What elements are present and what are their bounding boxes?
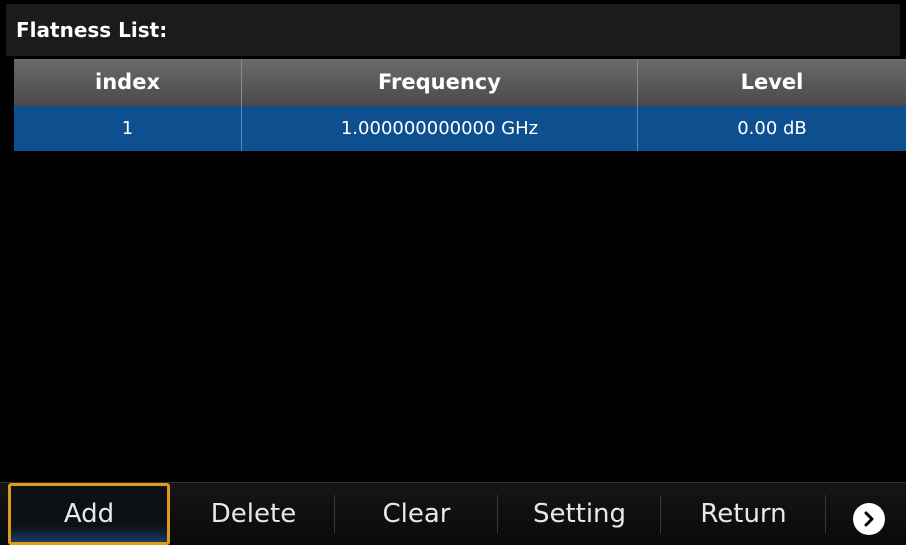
clear-button[interactable]: Clear — [335, 483, 498, 545]
table-row[interactable]: 1 1.000000000000 GHz 0.00 dB — [14, 106, 906, 151]
page-title: Flatness List: — [6, 4, 900, 56]
chevron-right-circle-icon[interactable] — [853, 503, 885, 535]
flatness-table: index Frequency Level 1 1.000000000000 G… — [14, 59, 906, 151]
delete-button[interactable]: Delete — [172, 483, 335, 545]
header-frequency[interactable]: Frequency — [242, 59, 638, 106]
header-level[interactable]: Level — [638, 59, 906, 106]
return-button[interactable]: Return — [661, 483, 826, 545]
cell-index[interactable]: 1 — [14, 106, 242, 151]
cell-level[interactable]: 0.00 dB — [638, 106, 906, 151]
header-index[interactable]: index — [14, 59, 242, 106]
setting-button[interactable]: Setting — [498, 483, 661, 545]
softkey-bar: Add Delete Clear Setting Return — [0, 482, 906, 545]
add-button[interactable]: Add — [8, 483, 170, 545]
cell-frequency[interactable]: 1.000000000000 GHz — [242, 106, 638, 151]
chevron-right-icon — [864, 511, 874, 527]
table-header: index Frequency Level — [14, 59, 906, 106]
